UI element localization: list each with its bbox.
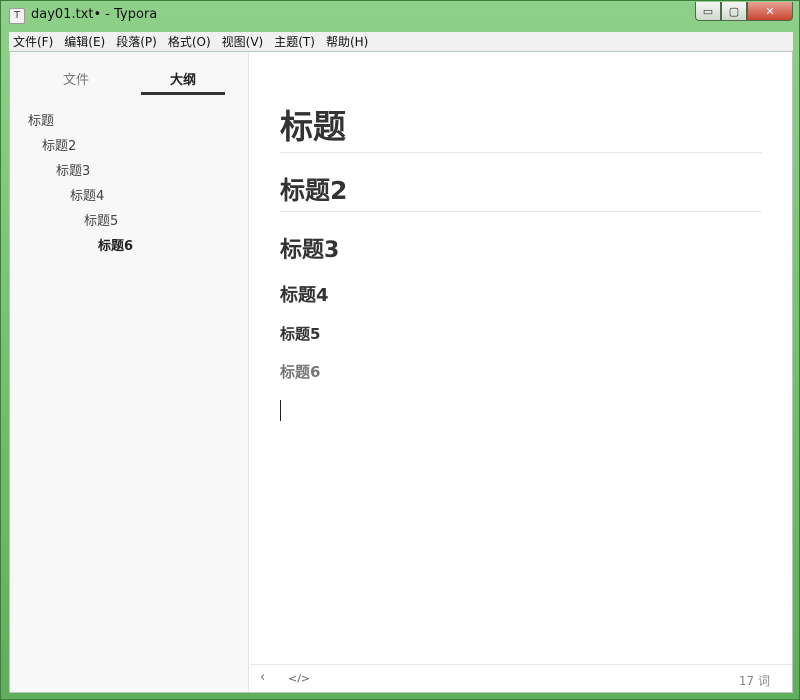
outline-item-h1[interactable]: 标题	[10, 112, 249, 137]
outline-item-h3[interactable]: 标题3	[10, 162, 249, 187]
heading-3[interactable]: 标题3	[280, 232, 339, 264]
outline-item-h6[interactable]: 标题6	[10, 237, 249, 262]
heading-5[interactable]: 标题5	[280, 323, 320, 344]
text-cursor	[280, 400, 281, 421]
outline-list: 标题 标题2 标题3 标题4 标题5 标题6	[10, 112, 249, 262]
app-window: T day01.txt• - Typora ▭ ▢ ✕ 文件(F) 编辑(E) …	[0, 0, 800, 700]
menu-file[interactable]: 文件(F)	[13, 33, 53, 50]
sidebar-tabs: 文件 大纲	[10, 52, 249, 98]
window-title: day01.txt• - Typora	[31, 7, 158, 22]
outline-item-h2[interactable]: 标题2	[10, 137, 249, 162]
client-area: 文件 大纲 标题 标题2 标题3 标题4 标题5 标题6 标题 标题2 标题3 …	[9, 51, 793, 693]
active-tab-indicator	[141, 92, 225, 95]
menu-view[interactable]: 视图(V)	[222, 33, 264, 50]
title-bar[interactable]: T day01.txt• - Typora ▭ ▢ ✕	[1, 1, 799, 31]
tab-files[interactable]: 文件	[34, 69, 118, 88]
sidebar: 文件 大纲 标题 标题2 标题3 标题4 标题5 标题6	[10, 52, 249, 692]
menu-bar: 文件(F) 编辑(E) 段落(P) 格式(O) 视图(V) 主题(T) 帮助(H…	[9, 32, 793, 51]
editor-pane[interactable]: 标题 标题2 标题3 标题4 标题5 标题6	[250, 52, 792, 664]
outline-item-h4[interactable]: 标题4	[10, 187, 249, 212]
window-controls: ▭ ▢ ✕	[695, 2, 793, 21]
menu-theme[interactable]: 主题(T)	[274, 33, 315, 50]
menu-format[interactable]: 格式(O)	[168, 33, 211, 50]
outline-item-h5[interactable]: 标题5	[10, 212, 249, 237]
heading-6[interactable]: 标题6	[280, 361, 320, 382]
word-count[interactable]: 17 词	[739, 672, 770, 689]
heading-1-rule	[280, 152, 762, 153]
heading-2-rule	[280, 211, 762, 212]
source-code-mode-icon[interactable]: </>	[288, 672, 310, 685]
heading-2[interactable]: 标题2	[280, 171, 347, 207]
menu-paragraph[interactable]: 段落(P)	[116, 33, 157, 50]
menu-help[interactable]: 帮助(H)	[326, 33, 368, 50]
typora-app-icon: T	[9, 8, 25, 24]
heading-4[interactable]: 标题4	[280, 281, 329, 307]
maximize-button[interactable]: ▢	[721, 2, 747, 21]
heading-1[interactable]: 标题	[280, 100, 346, 148]
minimize-button[interactable]: ▭	[695, 2, 721, 21]
menu-edit[interactable]: 编辑(E)	[64, 33, 105, 50]
toggle-sidebar-icon[interactable]: ‹	[260, 670, 265, 685]
close-button[interactable]: ✕	[747, 2, 793, 21]
status-bar: ‹ </> 17 词	[250, 664, 792, 692]
tab-outline[interactable]: 大纲	[141, 69, 225, 88]
